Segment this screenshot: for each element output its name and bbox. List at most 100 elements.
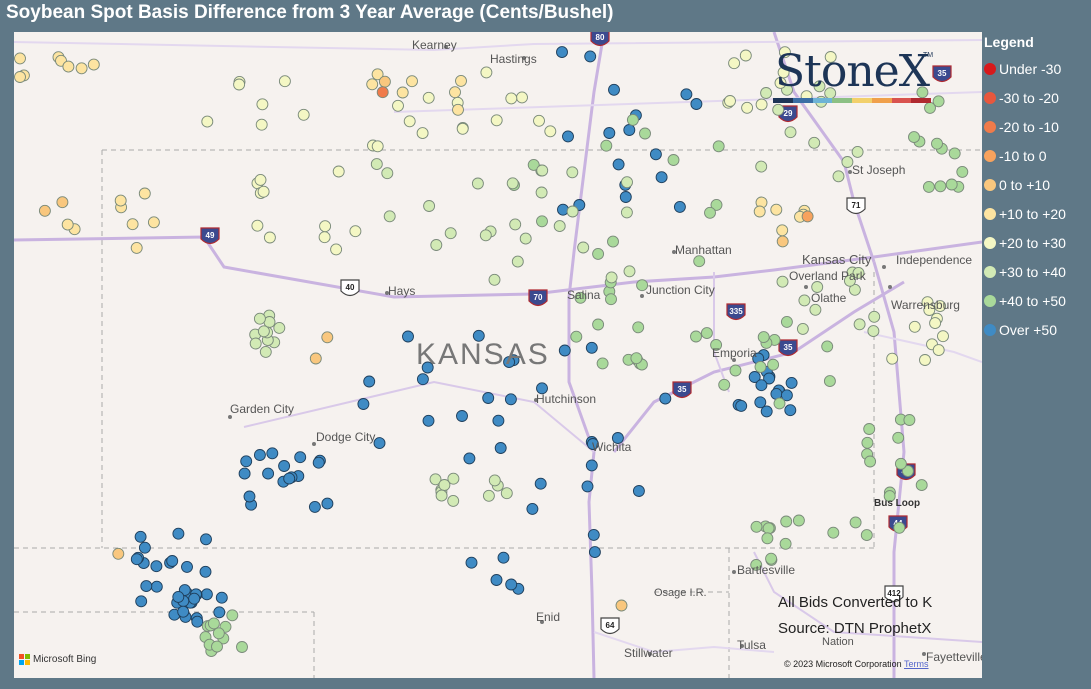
- basis-point[interactable]: [557, 203, 569, 216]
- basis-point[interactable]: [14, 71, 26, 83]
- basis-point[interactable]: [945, 178, 958, 191]
- basis-point[interactable]: [937, 330, 949, 343]
- legend-item[interactable]: -10 to 0: [984, 141, 1089, 170]
- basis-point[interactable]: [456, 122, 469, 135]
- basis-point[interactable]: [309, 352, 322, 365]
- basis-point[interactable]: [488, 273, 501, 286]
- legend-item[interactable]: Over +50: [984, 315, 1089, 344]
- basis-point[interactable]: [566, 166, 579, 179]
- basis-point[interactable]: [608, 83, 620, 96]
- basis-point[interactable]: [585, 341, 598, 354]
- basis-point[interactable]: [867, 325, 880, 338]
- basis-point[interactable]: [254, 173, 267, 186]
- basis-point[interactable]: [330, 243, 343, 256]
- basis-point[interactable]: [792, 514, 805, 527]
- basis-point[interactable]: [166, 555, 179, 567]
- basis-point[interactable]: [422, 91, 435, 104]
- basis-point[interactable]: [138, 541, 151, 554]
- basis-point[interactable]: [739, 49, 752, 62]
- basis-point[interactable]: [273, 321, 286, 334]
- basis-point[interactable]: [332, 165, 345, 178]
- basis-point[interactable]: [798, 294, 811, 307]
- basis-point[interactable]: [673, 200, 686, 213]
- basis-point[interactable]: [381, 167, 394, 180]
- basis-point[interactable]: [570, 330, 583, 343]
- basis-point[interactable]: [233, 78, 246, 91]
- legend-item[interactable]: +40 to +50: [984, 286, 1089, 315]
- basis-point[interactable]: [915, 479, 928, 492]
- basis-point[interactable]: [243, 490, 256, 503]
- basis-point[interactable]: [864, 455, 877, 468]
- basis-point[interactable]: [903, 414, 916, 426]
- basis-point[interactable]: [504, 393, 517, 406]
- legend-item[interactable]: -20 to -10: [984, 112, 1089, 141]
- basis-point[interactable]: [319, 220, 332, 233]
- basis-point[interactable]: [861, 436, 874, 449]
- basis-point[interactable]: [200, 588, 213, 601]
- legend-item[interactable]: +10 to +20: [984, 199, 1089, 228]
- basis-point[interactable]: [735, 399, 748, 412]
- basis-point[interactable]: [754, 360, 767, 373]
- basis-point[interactable]: [150, 580, 163, 593]
- basis-point[interactable]: [392, 99, 404, 112]
- basis-point[interactable]: [553, 220, 566, 233]
- basis-point[interactable]: [200, 533, 212, 546]
- basis-point[interactable]: [585, 459, 598, 472]
- basis-point[interactable]: [779, 537, 792, 550]
- basis-point[interactable]: [126, 218, 139, 231]
- basis-point[interactable]: [932, 344, 945, 357]
- basis-point[interactable]: [519, 232, 532, 245]
- basis-point[interactable]: [312, 456, 325, 469]
- basis-point[interactable]: [207, 617, 220, 630]
- basis-point[interactable]: [138, 187, 151, 200]
- basis-point[interactable]: [378, 75, 391, 88]
- basis-point[interactable]: [215, 591, 228, 604]
- basis-point[interactable]: [741, 101, 754, 114]
- basis-point[interactable]: [490, 114, 503, 127]
- basis-point[interactable]: [357, 398, 370, 410]
- basis-point[interactable]: [577, 241, 590, 254]
- basis-point[interactable]: [134, 530, 147, 543]
- basis-point[interactable]: [690, 98, 703, 110]
- basis-point[interactable]: [318, 231, 331, 244]
- basis-point[interactable]: [785, 376, 798, 389]
- basis-point[interactable]: [406, 75, 418, 88]
- basis-point[interactable]: [236, 641, 248, 653]
- basis-point[interactable]: [383, 210, 396, 223]
- basis-point[interactable]: [422, 414, 435, 427]
- basis-point[interactable]: [435, 489, 448, 502]
- basis-point[interactable]: [750, 520, 763, 533]
- basis-point[interactable]: [112, 547, 125, 560]
- basis-point[interactable]: [278, 75, 291, 88]
- basis-point[interactable]: [321, 497, 334, 510]
- basis-point[interactable]: [516, 91, 528, 104]
- basis-point[interactable]: [213, 606, 226, 619]
- basis-point[interactable]: [147, 216, 160, 229]
- basis-point[interactable]: [886, 352, 899, 365]
- basis-point[interactable]: [238, 467, 251, 480]
- legend-item[interactable]: Under -30: [984, 54, 1089, 83]
- basis-point[interactable]: [240, 455, 253, 468]
- basis-point[interactable]: [479, 229, 492, 242]
- basis-point[interactable]: [592, 318, 605, 331]
- basis-point[interactable]: [490, 574, 503, 586]
- basis-point[interactable]: [38, 204, 51, 217]
- basis-point[interactable]: [776, 275, 789, 288]
- basis-point[interactable]: [403, 115, 416, 128]
- basis-point[interactable]: [494, 442, 507, 454]
- basis-point[interactable]: [761, 532, 774, 545]
- basis-point[interactable]: [655, 171, 668, 184]
- basis-point[interactable]: [821, 340, 834, 353]
- basis-point[interactable]: [534, 477, 547, 490]
- basis-point[interactable]: [762, 522, 775, 535]
- basis-point[interactable]: [253, 449, 266, 461]
- basis-point[interactable]: [832, 170, 845, 183]
- basis-point[interactable]: [621, 176, 633, 189]
- basis-point[interactable]: [266, 447, 279, 460]
- basis-point[interactable]: [849, 516, 862, 529]
- basis-point[interactable]: [430, 239, 443, 251]
- basis-point[interactable]: [492, 414, 505, 427]
- basis-point[interactable]: [256, 98, 269, 111]
- basis-point[interactable]: [423, 200, 436, 212]
- basis-point[interactable]: [755, 98, 768, 111]
